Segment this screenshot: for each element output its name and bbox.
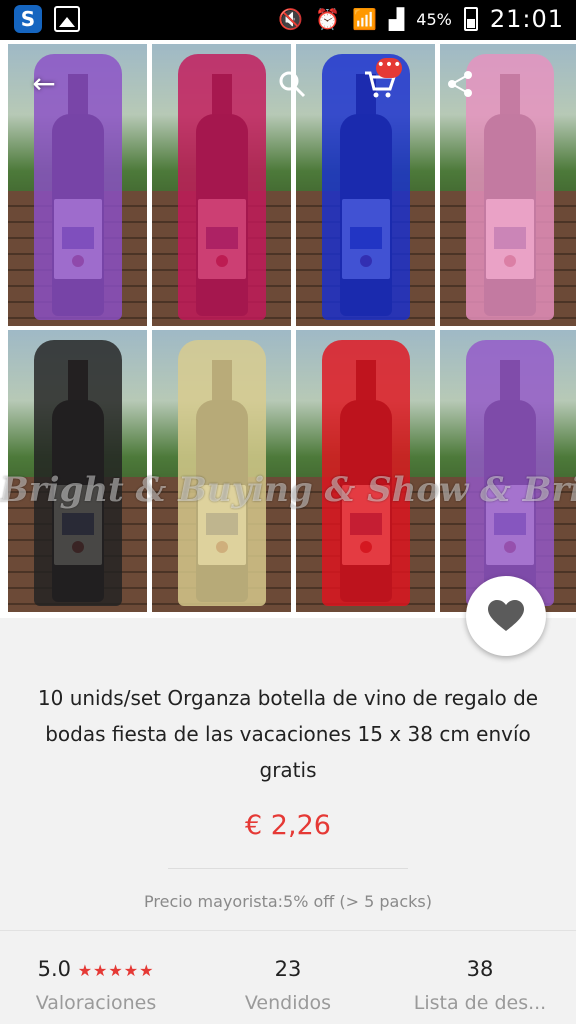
clock: 21:01 (489, 5, 564, 33)
stat-label: Valoraciones (35, 992, 157, 1014)
wholesale-price-note: Precio mayorista:5% off (> 5 packs) (144, 892, 432, 911)
product-photo[interactable] (152, 44, 291, 326)
product-title: 10 unids/set Organza botella de vino de … (37, 686, 539, 782)
stat-ratings[interactable]: 5.0 ★★★★★ Valoraciones (0, 952, 192, 1024)
gallery-notification-icon (54, 6, 80, 32)
wishlist-value: 38 (466, 957, 494, 981)
stat-label: Vendidos (244, 992, 332, 1014)
product-image-gallery[interactable]: Bright & Buying & Show & Bright & (0, 40, 576, 644)
rating-stars-icon: ★★★★★ (77, 961, 155, 980)
battery-percent: 45% (416, 9, 452, 29)
share-icon[interactable] (440, 64, 480, 104)
status-bar: S 🔇 ⏰ 📶 ▟ 45% 21:01 (0, 0, 576, 40)
battery-icon (463, 7, 478, 31)
rating-value: 5.0 (37, 957, 71, 981)
image-watermark: Bright & Buying & Show & Bright & (0, 470, 576, 510)
mute-icon: 🔇 (278, 7, 304, 31)
divider (0, 930, 576, 931)
wifi-icon: 📶 (351, 7, 377, 31)
favorite-button[interactable] (466, 576, 546, 656)
heart-icon (488, 600, 524, 631)
product-price: € 2,26 (245, 810, 331, 841)
organza-bag (178, 54, 266, 320)
back-arrow-icon[interactable]: ← (24, 64, 64, 104)
sold-value: 23 (274, 957, 302, 981)
stat-wishlist[interactable]: 38 Lista de des... (384, 952, 576, 1024)
product-stats: 5.0 ★★★★★ Valoraciones 23 Vendidos 38 Li… (0, 952, 576, 1024)
stat-sold[interactable]: 23 Vendidos (192, 952, 384, 1024)
app-notification-icon: S (14, 5, 42, 33)
divider (168, 868, 408, 869)
cart-badge: ••• (376, 58, 402, 78)
signal-icon: ▟ (388, 7, 405, 31)
alarm-icon: ⏰ (315, 7, 340, 31)
rating-value-row: 5.0 ★★★★★ (0, 952, 192, 986)
stat-label: Lista de des... (413, 992, 547, 1014)
search-icon[interactable] (272, 64, 312, 104)
